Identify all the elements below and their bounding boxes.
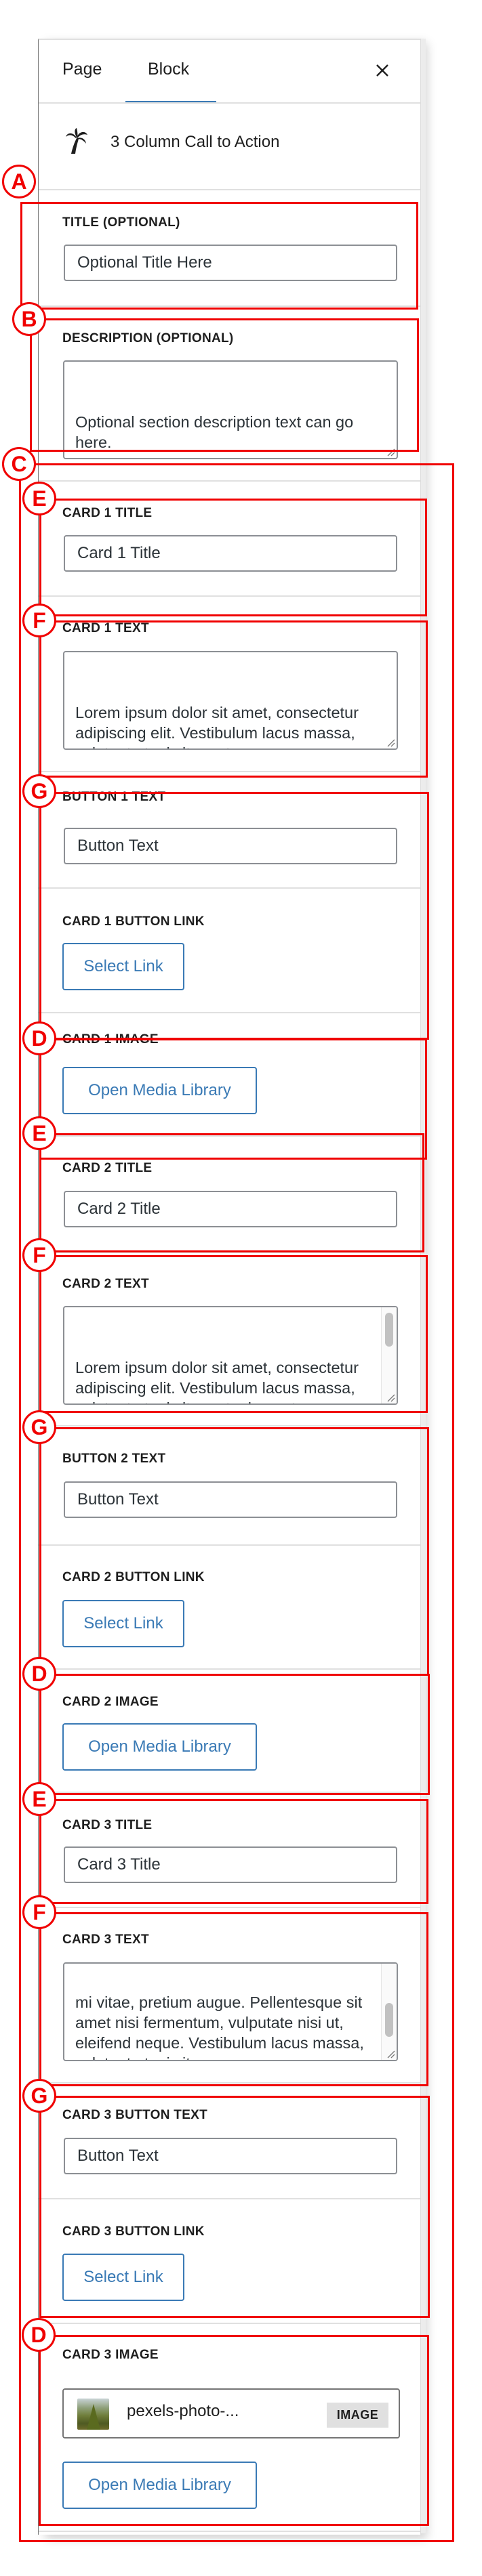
annotation-label-c: C bbox=[2, 447, 36, 481]
card1-text-textarea[interactable]: Lorem ipsum dolor sit amet, consectetur … bbox=[63, 651, 398, 750]
card3-image-label: Card 3 Image bbox=[62, 2348, 159, 2362]
card2-title-input[interactable]: Card 2 Title bbox=[64, 1191, 397, 1227]
annotation-label-f: F bbox=[22, 1895, 56, 1929]
annotation-label-g: G bbox=[22, 2079, 56, 2113]
palm-tree-icon bbox=[64, 127, 89, 154]
image-type-badge: IMAGE bbox=[327, 2403, 388, 2428]
annotation-label-e: E bbox=[22, 1116, 56, 1150]
card2-text-label: Card 2 Text bbox=[62, 1277, 149, 1291]
card1-text-label: Card 1 Text bbox=[62, 621, 149, 635]
panel-scroll-edge bbox=[420, 39, 426, 2533]
card3-button-text-label: Card 3 Button Text bbox=[62, 2108, 208, 2122]
card3-text-label: Card 3 Text bbox=[62, 1933, 149, 1947]
resize-handle-icon[interactable] bbox=[386, 1393, 395, 1402]
card2-open-media-library-button[interactable]: Open Media Library bbox=[62, 1723, 257, 1771]
card1-open-media-library-button[interactable]: Open Media Library bbox=[62, 1067, 257, 1114]
tab-block[interactable]: Block bbox=[148, 60, 189, 79]
annotation-label-g: G bbox=[22, 774, 56, 808]
card3-button-link-label: Card 3 Button Link bbox=[62, 2224, 205, 2239]
card1-button-link-label: Card 1 Button Link bbox=[62, 914, 205, 929]
image-file-name: pexels-photo-... bbox=[127, 2402, 239, 2420]
scrollbar-thumb[interactable] bbox=[385, 1313, 393, 1347]
card2-button-link-label: Card 2 Button Link bbox=[62, 1570, 205, 1584]
annotation-label-f: F bbox=[22, 604, 56, 637]
description-text: Optional section description text can go… bbox=[75, 413, 358, 451]
resize-handle-icon[interactable] bbox=[386, 2049, 395, 2058]
annotation-label-d: D bbox=[22, 2318, 56, 2352]
annotation-label-f: F bbox=[22, 1238, 56, 1272]
divider bbox=[39, 1425, 420, 1427]
divider bbox=[39, 2531, 420, 2532]
scrollbar-thumb[interactable] bbox=[385, 2003, 393, 2037]
title-input[interactable]: Optional Title Here bbox=[64, 245, 397, 281]
card2-title-label: Card 2 Title bbox=[62, 1161, 153, 1175]
divider bbox=[39, 595, 420, 597]
title-label: Title (Optional) bbox=[62, 215, 180, 230]
divider bbox=[39, 189, 420, 190]
annotation-label-b: B bbox=[12, 302, 46, 336]
card1-title-input[interactable]: Card 1 Title bbox=[64, 535, 397, 572]
divider bbox=[39, 1252, 420, 1253]
scrollbar[interactable] bbox=[381, 1964, 397, 2060]
card3-title-input[interactable]: Card 3 Title bbox=[64, 1846, 397, 1883]
divider bbox=[39, 1668, 420, 1670]
button2-text-input[interactable]: Button Text bbox=[64, 1481, 397, 1518]
annotation-label-e: E bbox=[22, 482, 56, 515]
card2-select-link-button[interactable]: Select Link bbox=[62, 1600, 184, 1647]
resize-handle-icon[interactable] bbox=[386, 447, 395, 457]
annotation-label-a: A bbox=[2, 165, 36, 198]
card3-select-link-button[interactable]: Select Link bbox=[62, 2254, 184, 2301]
annotation-label-d: D bbox=[22, 1021, 56, 1055]
description-label: Description (Optional) bbox=[62, 331, 234, 345]
divider bbox=[39, 1792, 420, 1793]
card3-text: mi vitae, pretium augue. Pellentesque si… bbox=[75, 1993, 364, 2060]
divider bbox=[39, 2082, 420, 2084]
divider bbox=[39, 1135, 420, 1137]
card2-text-textarea[interactable]: Lorem ipsum dolor sit amet, consectetur … bbox=[63, 1306, 398, 1405]
card3-open-media-library-button[interactable]: Open Media Library bbox=[62, 2462, 257, 2509]
divider bbox=[39, 771, 420, 772]
card2-text: Lorem ipsum dolor sit amet, consectetur … bbox=[75, 1359, 359, 1403]
block-title: 3 Column Call to Action bbox=[111, 133, 280, 151]
divider bbox=[39, 480, 420, 482]
divider bbox=[39, 102, 420, 104]
divider bbox=[39, 2198, 420, 2199]
annotation-label-d: D bbox=[22, 1657, 56, 1691]
divider bbox=[39, 1544, 420, 1546]
resize-handle-icon[interactable] bbox=[386, 738, 395, 747]
tab-page[interactable]: Page bbox=[62, 60, 102, 79]
description-textarea[interactable]: Optional section description text can go… bbox=[63, 360, 398, 459]
image-thumbnail bbox=[77, 2399, 109, 2430]
card1-select-link-button[interactable]: Select Link bbox=[62, 943, 184, 990]
close-button[interactable] bbox=[372, 60, 393, 81]
card1-image-label: Card 1 Image bbox=[62, 1032, 159, 1047]
card3-title-label: Card 3 Title bbox=[62, 1818, 153, 1832]
card2-image-label: Card 2 Image bbox=[62, 1695, 159, 1709]
divider bbox=[39, 2323, 420, 2324]
scrollbar[interactable] bbox=[381, 1307, 397, 1403]
button1-text-label: Button 1 Text bbox=[62, 790, 166, 804]
card1-title-label: Card 1 Title bbox=[62, 506, 153, 520]
card3-selected-image[interactable]: pexels-photo-... IMAGE bbox=[62, 2388, 400, 2438]
card3-text-textarea[interactable]: mi vitae, pretium augue. Pellentesque si… bbox=[63, 1962, 398, 2061]
card3-button-text-input[interactable]: Button Text bbox=[64, 2138, 397, 2174]
annotation-label-e: E bbox=[22, 1782, 56, 1816]
divider bbox=[39, 305, 420, 307]
divider bbox=[39, 1907, 420, 1908]
card1-text: Lorem ipsum dolor sit amet, consectetur … bbox=[75, 704, 359, 748]
divider bbox=[39, 1012, 420, 1013]
button1-text-input[interactable]: Button Text bbox=[64, 828, 397, 864]
button2-text-label: Button 2 Text bbox=[62, 1452, 166, 1466]
annotation-label-g: G bbox=[22, 1410, 56, 1444]
divider bbox=[39, 887, 420, 889]
close-icon bbox=[376, 64, 388, 77]
